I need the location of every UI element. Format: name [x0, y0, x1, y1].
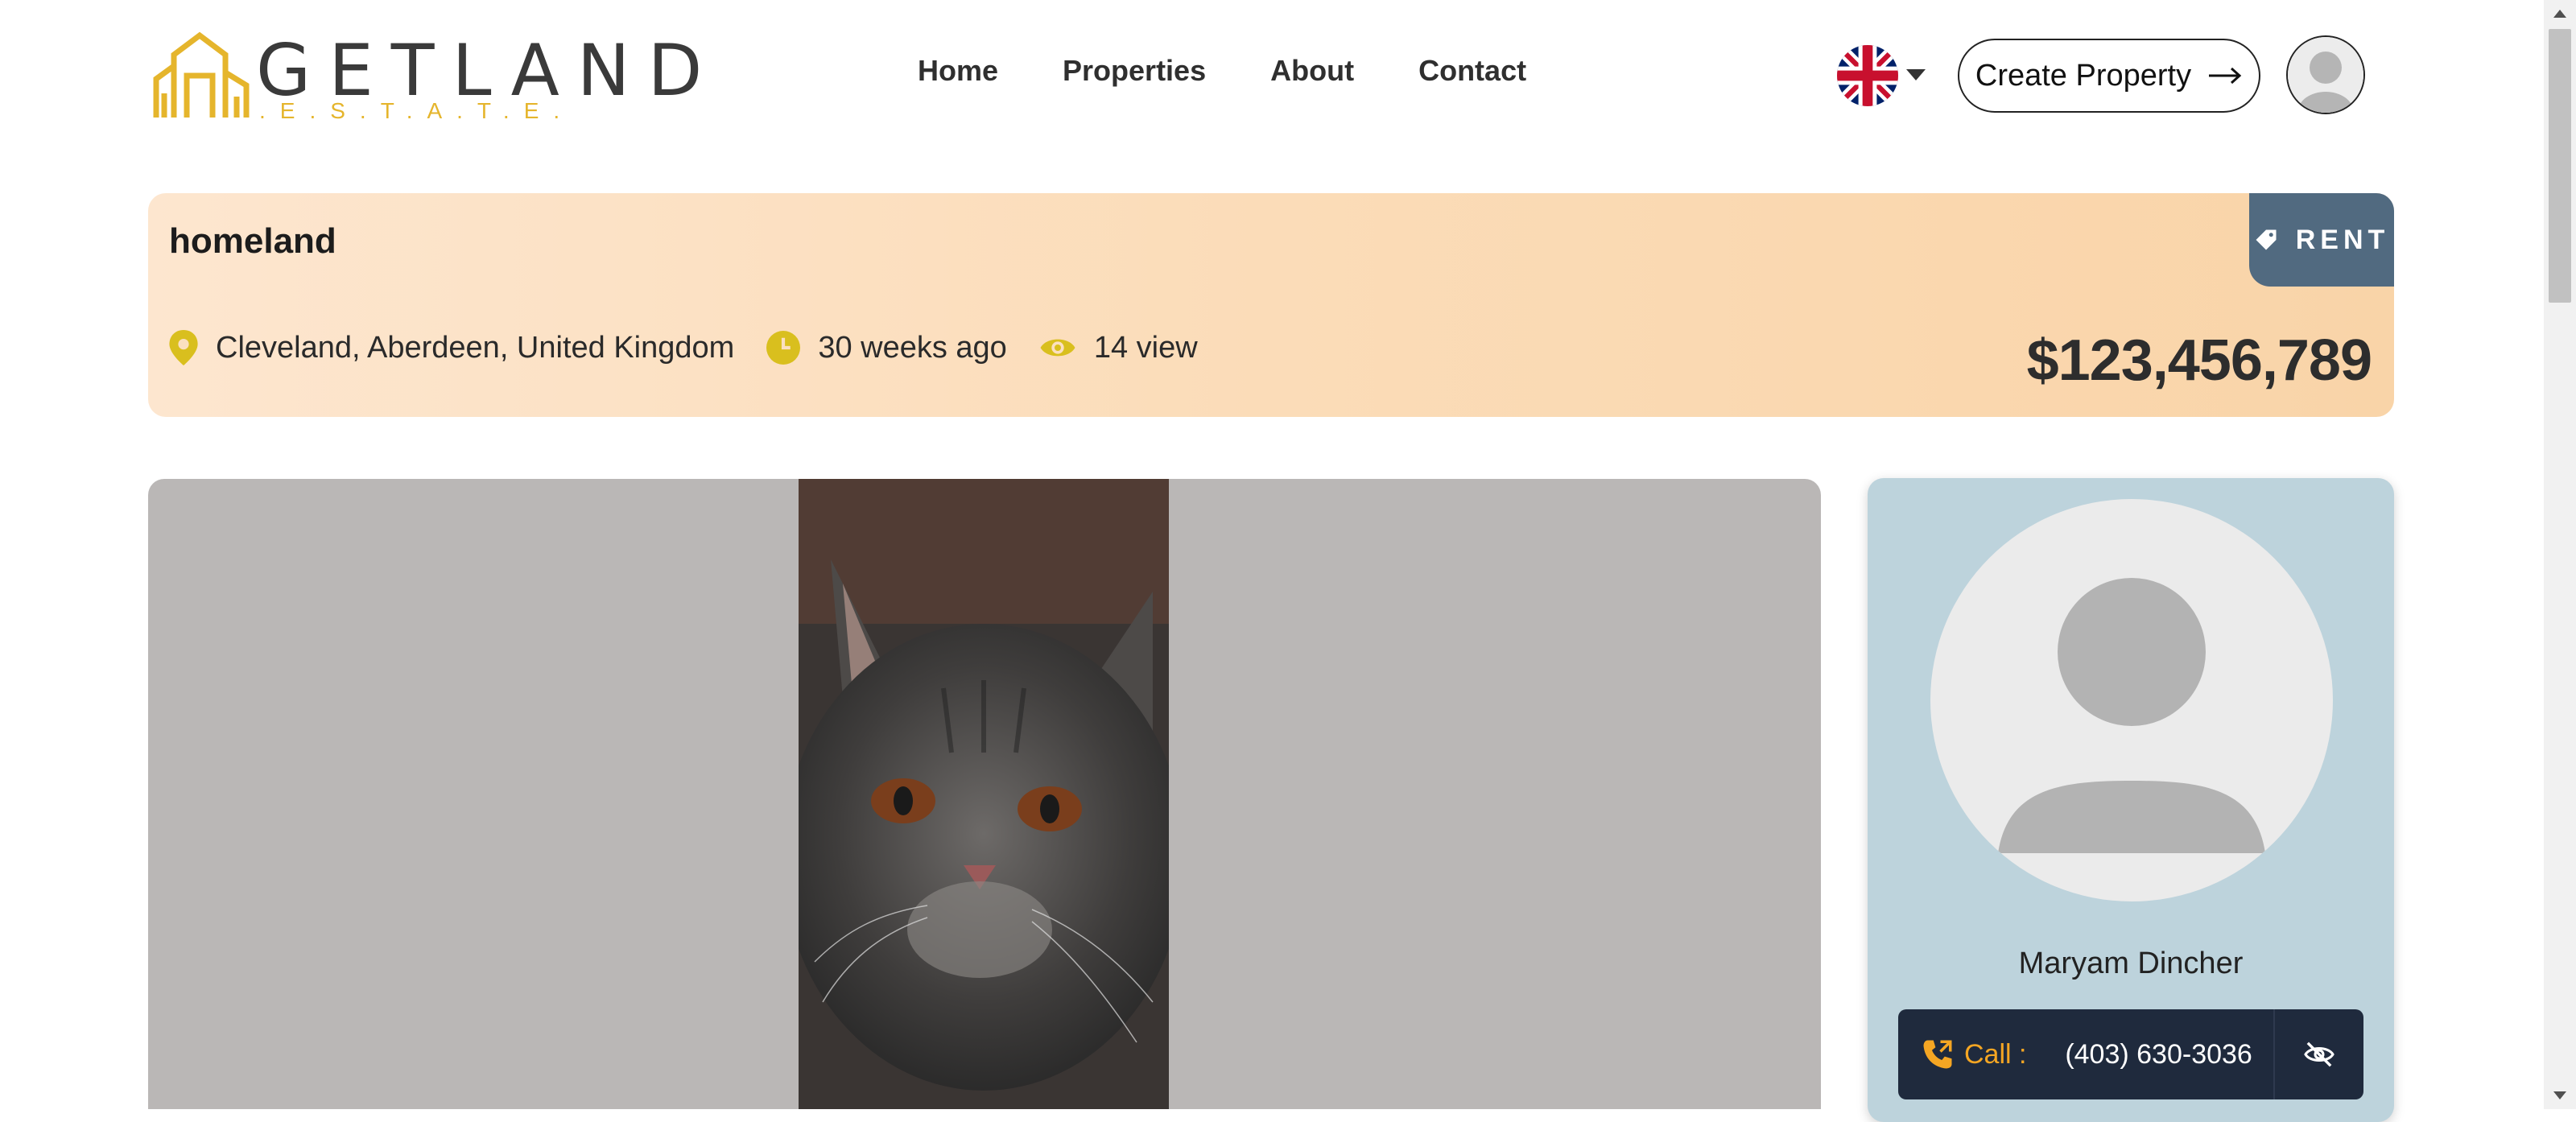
- location-text: Cleveland, Aberdeen, United Kingdom: [216, 330, 735, 365]
- user-icon: [1998, 578, 2265, 853]
- call-bar[interactable]: Call : (403) 630-3036: [1898, 1009, 2363, 1099]
- phone-icon: [1923, 1040, 1952, 1069]
- agent-name: Maryam Dincher: [2018, 947, 2244, 980]
- nav-contact[interactable]: Contact: [1418, 47, 1526, 95]
- scroll-down-arrow-icon[interactable]: [2553, 1091, 2566, 1099]
- listing-banner: homeland RENT Cleveland, Aberdeen, Unite…: [148, 193, 2394, 417]
- getland-logo[interactable]: GETLAND .E.S.T.A.T.E.: [153, 29, 702, 126]
- show-phone-button[interactable]: [2275, 1041, 2363, 1068]
- arrow-right-icon: [2209, 67, 2242, 85]
- property-photo[interactable]: [799, 479, 1169, 1109]
- agent-card: Maryam Dincher Call : (403) 630-3036: [1868, 478, 2394, 1122]
- language-selector[interactable]: [1837, 45, 1926, 106]
- create-property-label: Create Property: [1975, 58, 2192, 93]
- listing-price: $123,456,789: [2026, 328, 2372, 393]
- location-info: Cleveland, Aberdeen, United Kingdom: [169, 330, 734, 365]
- tag-icon: [2256, 229, 2277, 250]
- site-header: GETLAND .E.S.T.A.T.E. Home Properties Ab…: [0, 0, 2544, 153]
- nav-properties[interactable]: Properties: [1063, 47, 1206, 95]
- call-label: Call :: [1921, 1037, 2065, 1071]
- scroll-up-arrow-icon[interactable]: [2553, 10, 2566, 18]
- logo-subtitle: .E.S.T.A.T.E.: [259, 98, 575, 123]
- property-gallery[interactable]: [148, 479, 1821, 1109]
- create-property-button[interactable]: Create Property: [1958, 39, 2260, 113]
- call-label-text: Call :: [1964, 1038, 2027, 1070]
- nav-about[interactable]: About: [1270, 47, 1354, 95]
- posted-text: 30 weeks ago: [818, 330, 1007, 365]
- clock-icon: [766, 331, 801, 365]
- main-nav: Home Properties About Contact: [918, 47, 1591, 95]
- nav-home[interactable]: Home: [918, 47, 998, 95]
- listing-title: homeland: [169, 221, 336, 261]
- building-logo-icon: [153, 31, 250, 118]
- eye-icon: [1040, 339, 1075, 357]
- cat-photo-image: [799, 479, 1169, 1109]
- scroll-thumb[interactable]: [2549, 29, 2571, 303]
- agent-avatar: [1930, 499, 2333, 901]
- posted-info: 30 weeks ago: [766, 331, 1007, 365]
- user-icon: [2288, 37, 2363, 113]
- views-text: 14 view: [1093, 330, 1198, 365]
- uk-flag-icon: [1837, 45, 1898, 106]
- rent-badge: RENT: [2249, 193, 2394, 287]
- page-scrollbar[interactable]: [2544, 0, 2576, 1109]
- rent-badge-label: RENT: [2295, 224, 2390, 255]
- location-pin-icon: [169, 330, 198, 365]
- eye-slash-icon: [2304, 1042, 2335, 1067]
- listing-meta: Cleveland, Aberdeen, United Kingdom 30 w…: [169, 330, 1230, 365]
- views-info: 14 view: [1039, 331, 1198, 365]
- chevron-down-icon: [1906, 69, 1926, 80]
- agent-phone: (403) 630-3036: [2065, 1038, 2252, 1070]
- user-avatar[interactable]: [2286, 35, 2365, 114]
